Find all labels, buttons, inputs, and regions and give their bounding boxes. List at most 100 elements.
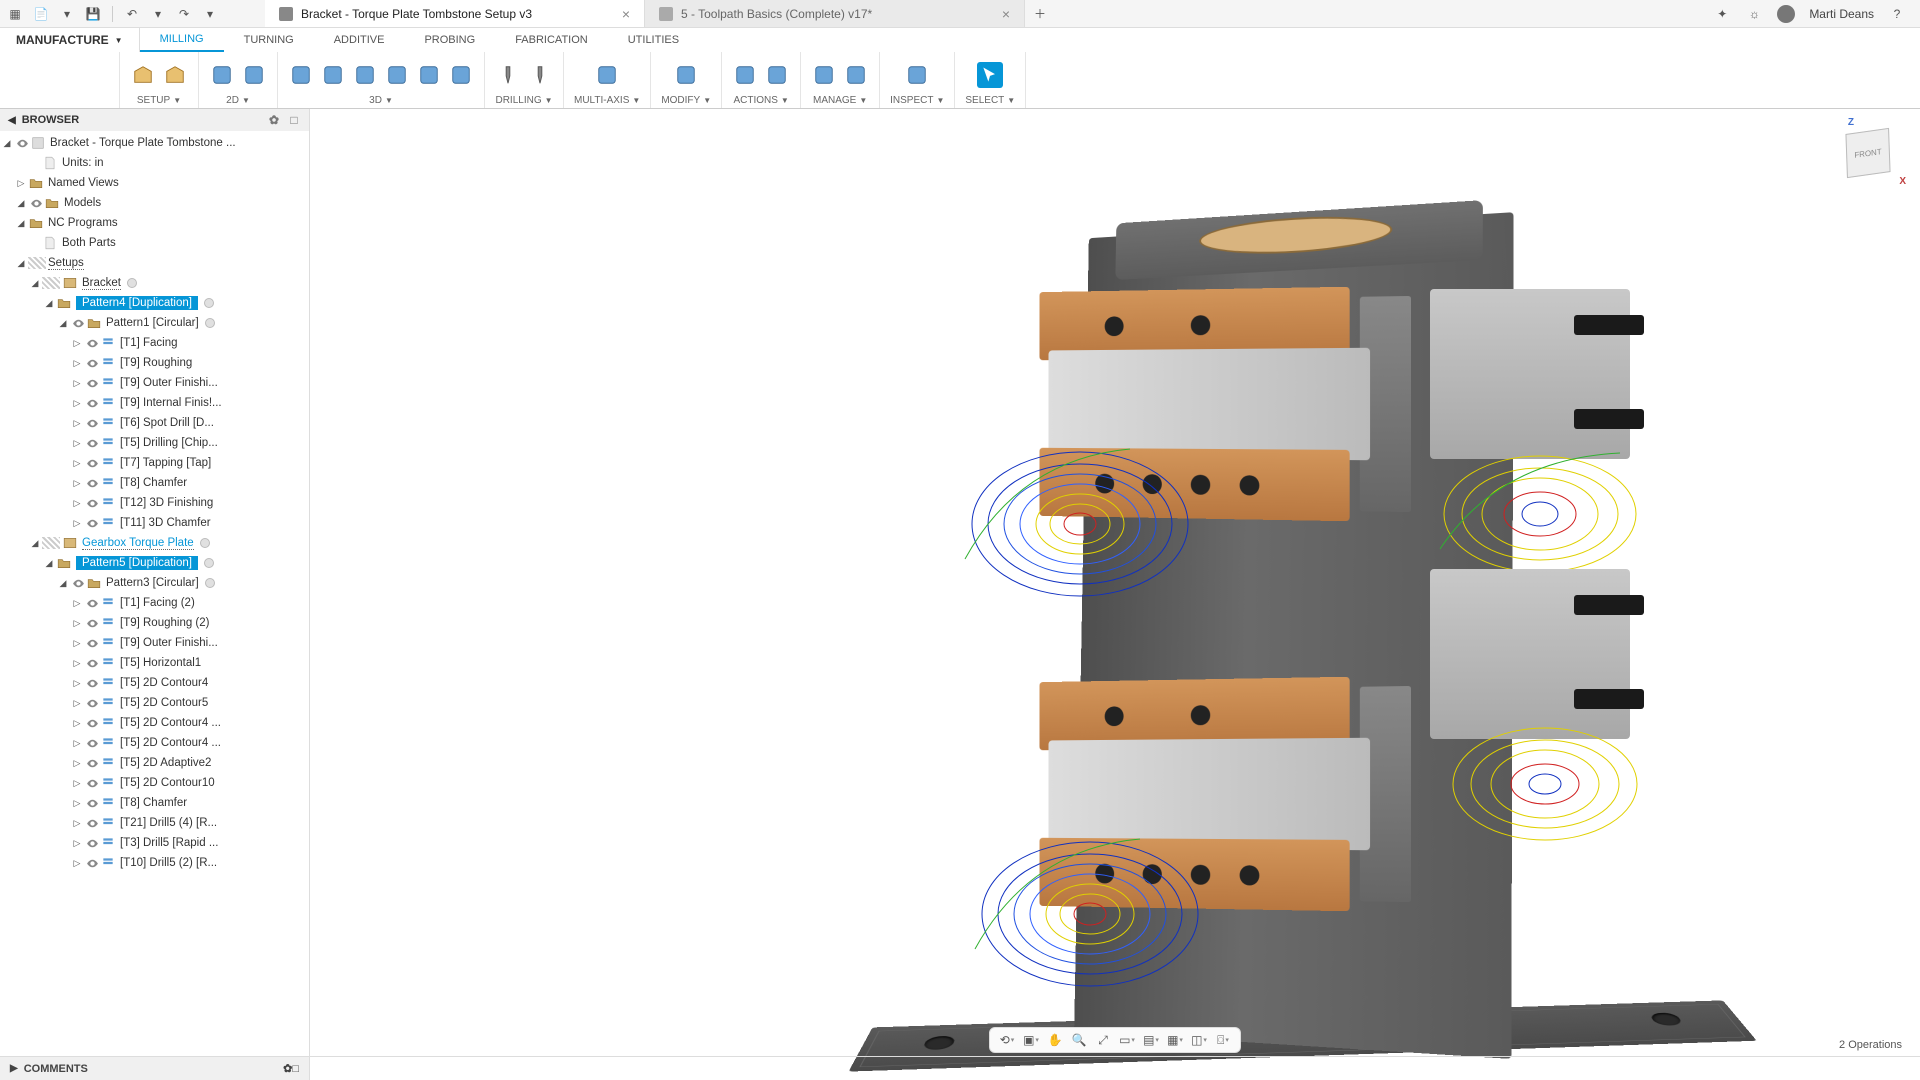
tree-operation[interactable]: ▷[T5] 2D Contour4 ... [0,733,309,753]
orbit-icon[interactable]: ⟲▾ [996,1030,1018,1050]
tree-twisty-icon[interactable]: ▷ [70,378,84,389]
tree-node[interactable]: Units: in [0,153,309,173]
viewport-3d[interactable]: Z FRONT X ⟲▾ ▣▾ ✋ 🔍 ⤢ ▭▾ ▤▾ ▦▾ ◫▾ ⌼▾ 2 O… [310,109,1920,1057]
ribbon-command-icon[interactable] [241,62,267,88]
document-tab[interactable]: 5 - Toolpath Basics (Complete) v17* × [645,0,1025,27]
display-mode-icon[interactable]: ▭▾ [1116,1030,1138,1050]
expand-icon[interactable]: ▶ [10,1063,18,1074]
visibility-icon[interactable] [84,855,100,871]
grid-icon[interactable]: ▦▾ [1164,1030,1186,1050]
ribbon-tab-additive[interactable]: ADDITIVE [314,28,405,52]
tree-operation[interactable]: ▷[T5] 2D Adaptive2 [0,753,309,773]
ribbon-command-icon[interactable] [209,62,235,88]
redo-dropdown-icon[interactable]: ▾ [201,5,219,23]
ribbon-command-icon[interactable] [320,62,346,88]
tree-node[interactable]: ◢Models [0,193,309,213]
ribbon-tab-milling[interactable]: MILLING [140,28,224,52]
tree-operation[interactable]: ▷[T7] Tapping [Tap] [0,453,309,473]
tree-operation[interactable]: ▷[T11] 3D Chamfer [0,513,309,533]
tree-setup-bracket[interactable]: ◢Bracket [0,273,309,293]
tree-twisty-icon[interactable]: ▷ [70,658,84,669]
ribbon-group-label[interactable]: MULTI-AXIS ▼ [574,95,640,108]
tree-operation[interactable]: ▷[T5] Drilling [Chip... [0,433,309,453]
tree-twisty-icon[interactable]: ◢ [42,558,56,569]
redo-icon[interactable]: ↷ [175,5,193,23]
ribbon-command-icon[interactable] [448,62,474,88]
tree-operation[interactable]: ▷[T8] Chamfer [0,473,309,493]
panel-settings-icon[interactable]: ✿ [267,113,281,127]
tree-operation[interactable]: ▷[T5] 2D Contour4 ... [0,713,309,733]
extensions-icon[interactable]: ✦ [1713,5,1731,23]
look-at-icon[interactable]: ▣▾ [1020,1030,1042,1050]
panel-maximize-icon[interactable]: □ [287,113,301,127]
tree-operation[interactable]: ▷[T9] Outer Finishi... [0,633,309,653]
panel-settings-icon[interactable]: ✿ [283,1062,292,1075]
ribbon-group-label[interactable]: MANAGE ▼ [813,95,867,108]
visibility-icon[interactable] [84,715,100,731]
visibility-icon[interactable] [84,435,100,451]
tree-operation[interactable]: ▷[T1] Facing (2) [0,593,309,613]
tree-setup-gearbox[interactable]: ◢Gearbox Torque Plate [0,533,309,553]
help-icon[interactable]: ? [1888,5,1906,23]
visibility-icon[interactable] [84,455,100,471]
tree-operation[interactable]: ▷[T5] Horizontal1 [0,653,309,673]
tree-operation[interactable]: ▷[T21] Drill5 (4) [R... [0,813,309,833]
visibility-icon[interactable] [84,415,100,431]
ribbon-command-icon[interactable] [288,62,314,88]
tree-operation[interactable]: ▷[T9] Roughing [0,353,309,373]
ribbon-tab-utilities[interactable]: UTILITIES [608,28,699,52]
ribbon-command-icon[interactable] [977,62,1003,88]
tree-twisty-icon[interactable]: ▷ [70,458,84,469]
ribbon-command-icon[interactable] [416,62,442,88]
pan-icon[interactable]: ✋ [1044,1030,1066,1050]
notifications-icon[interactable]: ☼ [1745,5,1763,23]
ribbon-group-label[interactable]: 3D ▼ [369,95,393,108]
tree-twisty-icon[interactable]: ▷ [14,178,28,189]
tree-pattern3[interactable]: ◢Pattern3 [Circular] [0,573,309,593]
zoom-icon[interactable]: 🔍 [1068,1030,1090,1050]
visibility-icon[interactable] [84,755,100,771]
visibility-icon[interactable] [84,515,100,531]
ribbon-command-icon[interactable] [130,62,156,88]
visibility-icon[interactable] [84,655,100,671]
app-menu-icon[interactable]: ▦ [6,5,24,23]
ribbon-command-icon[interactable] [495,62,521,88]
tree-twisty-icon[interactable]: ▷ [70,438,84,449]
ribbon-command-icon[interactable] [904,62,930,88]
visibility-icon[interactable] [84,735,100,751]
tree-node[interactable]: Both Parts [0,233,309,253]
ribbon-group-label[interactable]: SELECT ▼ [965,95,1015,108]
tree-pattern5[interactable]: ◢Pattern5 [Duplication] [0,553,309,573]
tree-twisty-icon[interactable]: ◢ [28,538,42,549]
document-tab-active[interactable]: Bracket - Torque Plate Tombstone Setup v… [265,0,645,27]
visibility-icon[interactable] [70,315,86,331]
tree-node[interactable]: ◢NC Programs [0,213,309,233]
ribbon-group-label[interactable]: 2D ▼ [226,95,250,108]
tree-root[interactable]: ◢Bracket - Torque Plate Tombstone ... [0,133,309,153]
tree-operation[interactable]: ▷[T3] Drill5 [Rapid ... [0,833,309,853]
ribbon-command-icon[interactable] [162,62,188,88]
new-tab-button[interactable]: ＋ [1031,5,1049,23]
tree-operation[interactable]: ▷[T9] Roughing (2) [0,613,309,633]
tree-twisty-icon[interactable]: ▷ [70,858,84,869]
undo-icon[interactable]: ↶ [123,5,141,23]
ribbon-command-icon[interactable] [527,62,553,88]
tree-operation[interactable]: ▷[T6] Spot Drill [D... [0,413,309,433]
tree-twisty-icon[interactable]: ▷ [70,678,84,689]
tree-operation[interactable]: ▷[T12] 3D Finishing [0,493,309,513]
tree-twisty-icon[interactable]: ▷ [70,698,84,709]
workspace-switcher[interactable]: MANUFACTURE ▼ [0,28,140,52]
ribbon-command-icon[interactable] [843,62,869,88]
viewport-icon[interactable]: ◫▾ [1188,1030,1210,1050]
visibility-icon[interactable] [14,135,30,151]
tree-operation[interactable]: ▷[T10] Drill5 (2) [R... [0,853,309,873]
tree-twisty-icon[interactable]: ▷ [70,518,84,529]
tree-operation[interactable]: ▷[T1] Facing [0,333,309,353]
visibility-icon[interactable] [84,815,100,831]
close-icon[interactable]: × [622,6,630,22]
viewcube[interactable]: Z FRONT X [1836,119,1900,183]
visibility-icon[interactable] [84,495,100,511]
dropdown-icon[interactable]: ▾ [58,5,76,23]
visibility-icon[interactable] [84,775,100,791]
tree-twisty-icon[interactable]: ▷ [70,618,84,629]
